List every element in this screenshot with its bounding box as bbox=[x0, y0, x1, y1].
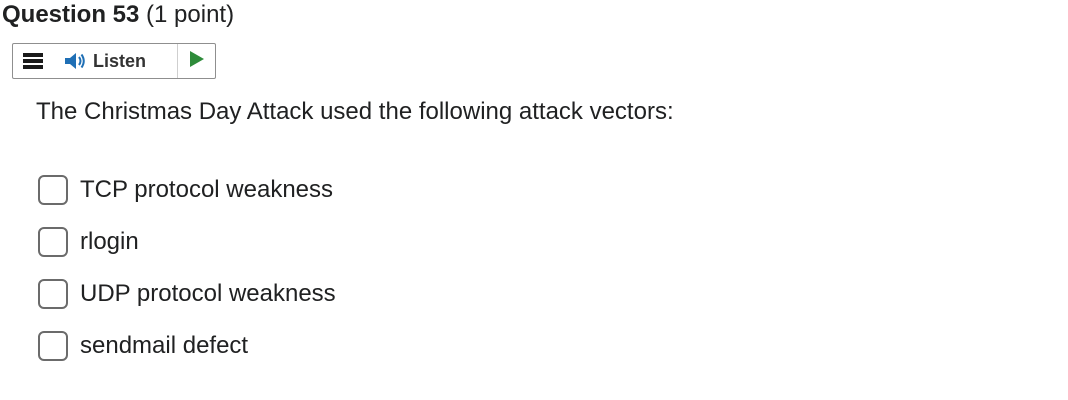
answer-option[interactable]: sendmail defect bbox=[38, 320, 336, 372]
quiz-question: Question 53 (1 point) Listen The Christm… bbox=[0, 0, 1068, 400]
question-points: (1 point) bbox=[146, 1, 235, 28]
speaker-icon bbox=[63, 51, 87, 71]
readspeaker-toolbar: Listen bbox=[12, 43, 216, 79]
option-label: rlogin bbox=[80, 228, 139, 255]
listen-button[interactable]: Listen bbox=[53, 44, 178, 78]
play-button[interactable] bbox=[178, 44, 215, 78]
answer-options: TCP protocol weakness rlogin UDP protoco… bbox=[38, 164, 336, 372]
answer-option[interactable]: UDP protocol weakness bbox=[38, 268, 336, 320]
play-icon bbox=[189, 50, 204, 72]
option-label: UDP protocol weakness bbox=[80, 280, 336, 307]
question-title: Question 53 bbox=[2, 1, 140, 28]
option-label: sendmail defect bbox=[80, 332, 249, 359]
hamburger-menu-icon bbox=[23, 53, 43, 69]
answer-option[interactable]: rlogin bbox=[38, 216, 336, 268]
answer-option[interactable]: TCP protocol weakness bbox=[38, 164, 336, 216]
option-checkbox[interactable] bbox=[38, 331, 68, 361]
option-checkbox[interactable] bbox=[38, 227, 68, 257]
option-checkbox[interactable] bbox=[38, 279, 68, 309]
question-header: Question 53 (1 point) bbox=[2, 0, 234, 30]
question-prompt: The Christmas Day Attack used the follow… bbox=[36, 98, 674, 125]
option-checkbox[interactable] bbox=[38, 175, 68, 205]
option-label: TCP protocol weakness bbox=[80, 176, 334, 203]
listen-label: Listen bbox=[93, 50, 147, 71]
menu-button[interactable] bbox=[13, 44, 53, 78]
